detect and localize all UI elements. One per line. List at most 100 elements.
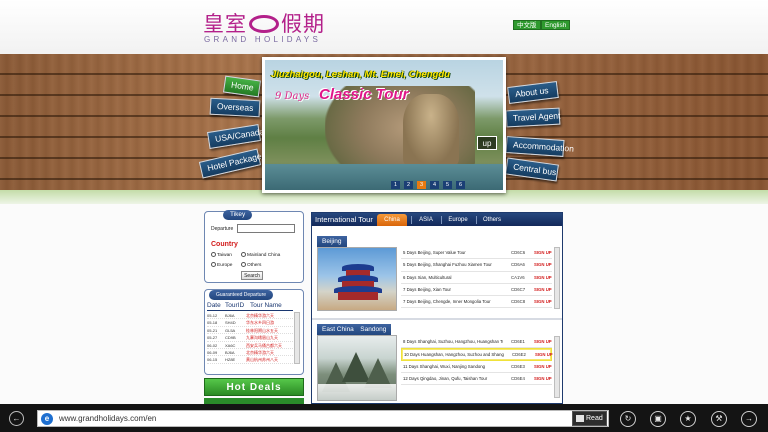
col-tourname: Tour Name	[250, 302, 282, 309]
banner-page-5[interactable]: 5	[443, 181, 452, 189]
list-item[interactable]: 5 Days Beijing, Super Value Tour CD6C6 SIG…	[401, 247, 552, 260]
tab-others[interactable]: Others	[478, 214, 506, 226]
table-row[interactable]: 05-18 SH4D 华东水乡四日游	[207, 319, 293, 327]
hero-banner[interactable]: Jiuzhaigou, Leshan, Mt. Emei, Chengdu 9 …	[262, 57, 506, 193]
departures-scrollbar[interactable]	[294, 312, 300, 364]
table-row[interactable]: 06-02 XA6C 西安兵马俑古都六天	[207, 342, 293, 349]
refresh-icon[interactable]: ↻	[620, 411, 636, 427]
banner-days: 9 Days	[275, 91, 310, 102]
tour-name: 10 Days Huangshan, Hangzhou, Suzhou and …	[404, 352, 504, 358]
departure-input[interactable]	[237, 224, 295, 233]
list-item[interactable]: 6 Days Xian, Multicultural CA1V6 SIGN UP	[401, 272, 552, 284]
row-date: 05-18	[207, 320, 218, 326]
forward-button[interactable]: →	[741, 411, 757, 427]
country-radio-taiwan[interactable]: Taiwan	[211, 252, 232, 258]
tour-name: 5 Days Beijing, Shanghai Fuzhou Xiamen T…	[403, 262, 492, 268]
signup-link[interactable]: SIGN UP	[534, 284, 552, 296]
departures-header: Date TourID Tour Name	[207, 302, 293, 311]
tour-name: 5 Days Beijing, Super Value Tour	[403, 250, 466, 255]
list-item[interactable]: 7 Days Beijing, Chengde, Inner Mongolia …	[401, 296, 552, 309]
row-date: 05-12	[207, 313, 218, 318]
table-row[interactable]: 05-27 CD9B 九寨沟峨眉山九天	[207, 334, 293, 342]
nav-overseas[interactable]: Overseas	[209, 97, 261, 118]
beijing-tour-list: 5 Days Beijing, Super Value Tour CD6C6 SIG…	[401, 247, 552, 309]
row-tourname: 北京精华游六天	[246, 349, 274, 355]
tab-asia[interactable]: ASIA	[414, 214, 438, 226]
tour-code: CD6E2	[512, 352, 526, 358]
list-item-highlighted[interactable]: 10 Days Huangshan, Hangzhou, Suzhou and …	[401, 348, 553, 361]
browser-ie-icon: e	[41, 413, 53, 425]
nav-travel-agent[interactable]: Travel Agent	[505, 107, 561, 128]
table-row[interactable]: 05-21 GL5A 桂林阳朔山水五天	[207, 327, 293, 335]
hot-deals-button[interactable]: Hot Deals	[204, 378, 304, 396]
page-tools-wrench-icon[interactable]: ⚒	[711, 411, 727, 427]
banner-page-1[interactable]: 1	[391, 181, 400, 189]
country-radio-others[interactable]: Others	[241, 262, 261, 268]
tour-code: CA1V6	[511, 274, 525, 280]
back-button[interactable]: ←	[9, 411, 24, 426]
row-tourid: BJ6A	[225, 313, 235, 318]
banner-river-image	[265, 164, 503, 190]
banner-pager: 1 2 3 4 5 6	[391, 181, 465, 190]
country-label: Country	[211, 241, 238, 248]
country-option-label: Mainland China	[247, 252, 281, 258]
site-logo[interactable]: 皇室 假期 GRAND HOLIDAYS	[203, 8, 343, 44]
table-row[interactable]: 05-12 BJ6A 北京精华游六天	[207, 312, 293, 320]
list-item[interactable]: 8 Days Shanghai, Suzhou, Hangzhou, Huang…	[401, 336, 552, 349]
banner-subtitle: Jiuzhaigou, Leshan, Mt. Emei, Chengdu	[271, 69, 450, 80]
signup-link[interactable]: SIGN UP	[534, 272, 552, 284]
table-row[interactable]: 06-15 HZ8E 黄山杭州苏州八天	[207, 356, 293, 364]
row-tourname: 北京精华游六天	[246, 313, 274, 318]
signup-link[interactable]: SIGN UP	[534, 361, 552, 373]
east-list-scrollbar[interactable]	[554, 336, 560, 398]
banner-title: Classic Tour	[319, 86, 409, 103]
country-radio-mainland[interactable]: Mainland China	[241, 252, 280, 258]
signup-link[interactable]: SIGN UP	[534, 296, 552, 308]
page: 皇室 假期 GRAND HOLIDAYS 中文版 English Home Ove…	[0, 0, 768, 432]
beijing-temple-image[interactable]	[317, 247, 397, 311]
signup-link[interactable]: SIGN UP	[534, 259, 552, 271]
row-tourid: GL5A	[225, 327, 236, 333]
reading-view-button[interactable]: Read	[572, 411, 607, 426]
country-radio-europe[interactable]: Europe	[211, 262, 232, 268]
cloud-sea	[318, 384, 396, 400]
lang-english-button[interactable]: English	[541, 20, 571, 30]
banner-page-4[interactable]: 4	[430, 181, 439, 189]
country-option-label: Europe	[217, 262, 233, 268]
signup-link[interactable]: SIGN UP	[535, 349, 553, 361]
list-item[interactable]: 12 Days Qingdao, Jinan, Qufu, Taishan To…	[401, 373, 552, 386]
favorites-star-icon[interactable]: ★	[680, 411, 696, 427]
country-option-label: Taiwan	[217, 252, 232, 258]
tour-section-title: International Tour	[315, 215, 373, 224]
east-china-tour-list: 8 Days Shanghai, Suzhou, Hangzhou, Huang…	[401, 336, 553, 386]
search-button[interactable]: Search	[241, 271, 263, 280]
tour-panel: International Tour China ASIA Europe Oth…	[311, 212, 563, 404]
list-item[interactable]: 7 Days Beijing, Xian Tour CD6C7 SIGN UP	[401, 284, 552, 297]
logo-ring-icon	[249, 14, 279, 33]
url-text: www.grandholidays.com/en	[59, 414, 157, 423]
url-field[interactable]: e www.grandholidays.com/en	[37, 410, 609, 427]
beijing-list-scrollbar[interactable]	[554, 247, 560, 309]
tabs-icon[interactable]: ▣	[650, 411, 666, 427]
east-china-mountain-image[interactable]	[317, 335, 397, 401]
tab-europe[interactable]: Europe	[443, 214, 473, 226]
tour-name: 11 Days Shanghai, Wuxi, Nanjing Sandong	[403, 363, 486, 369]
col-date: Date	[207, 302, 221, 309]
banner-page-6[interactable]: 6	[456, 181, 465, 189]
signup-link[interactable]: SIGN UP	[534, 373, 552, 385]
lang-chinese-button[interactable]: 中文版	[513, 20, 541, 30]
signup-link[interactable]: SIGN UP	[534, 247, 552, 259]
tab-china[interactable]: China	[377, 214, 407, 226]
list-item[interactable]: 11 Days Shanghai, Wuxi, Nanjing Sandong C…	[401, 361, 552, 373]
banner-up-button[interactable]: up	[477, 136, 497, 150]
departures-title: Guaranteed Departure	[209, 290, 274, 300]
list-item[interactable]: 5 Days Beijing, Shanghai Fuzhou Xiamen T…	[401, 259, 552, 272]
temple-base	[338, 292, 378, 300]
banner-page-3[interactable]: 3	[417, 181, 426, 189]
banner-page-2[interactable]: 2	[404, 181, 413, 189]
table-row[interactable]: 06-09 BJ6A 北京精华游六天	[207, 349, 293, 357]
tour-code: CD6E3	[511, 363, 525, 369]
reading-view-label: Read	[586, 415, 603, 422]
row-tourname: 九寨沟峨眉山九天	[246, 335, 278, 341]
signup-link[interactable]: SIGN UP	[534, 336, 552, 348]
